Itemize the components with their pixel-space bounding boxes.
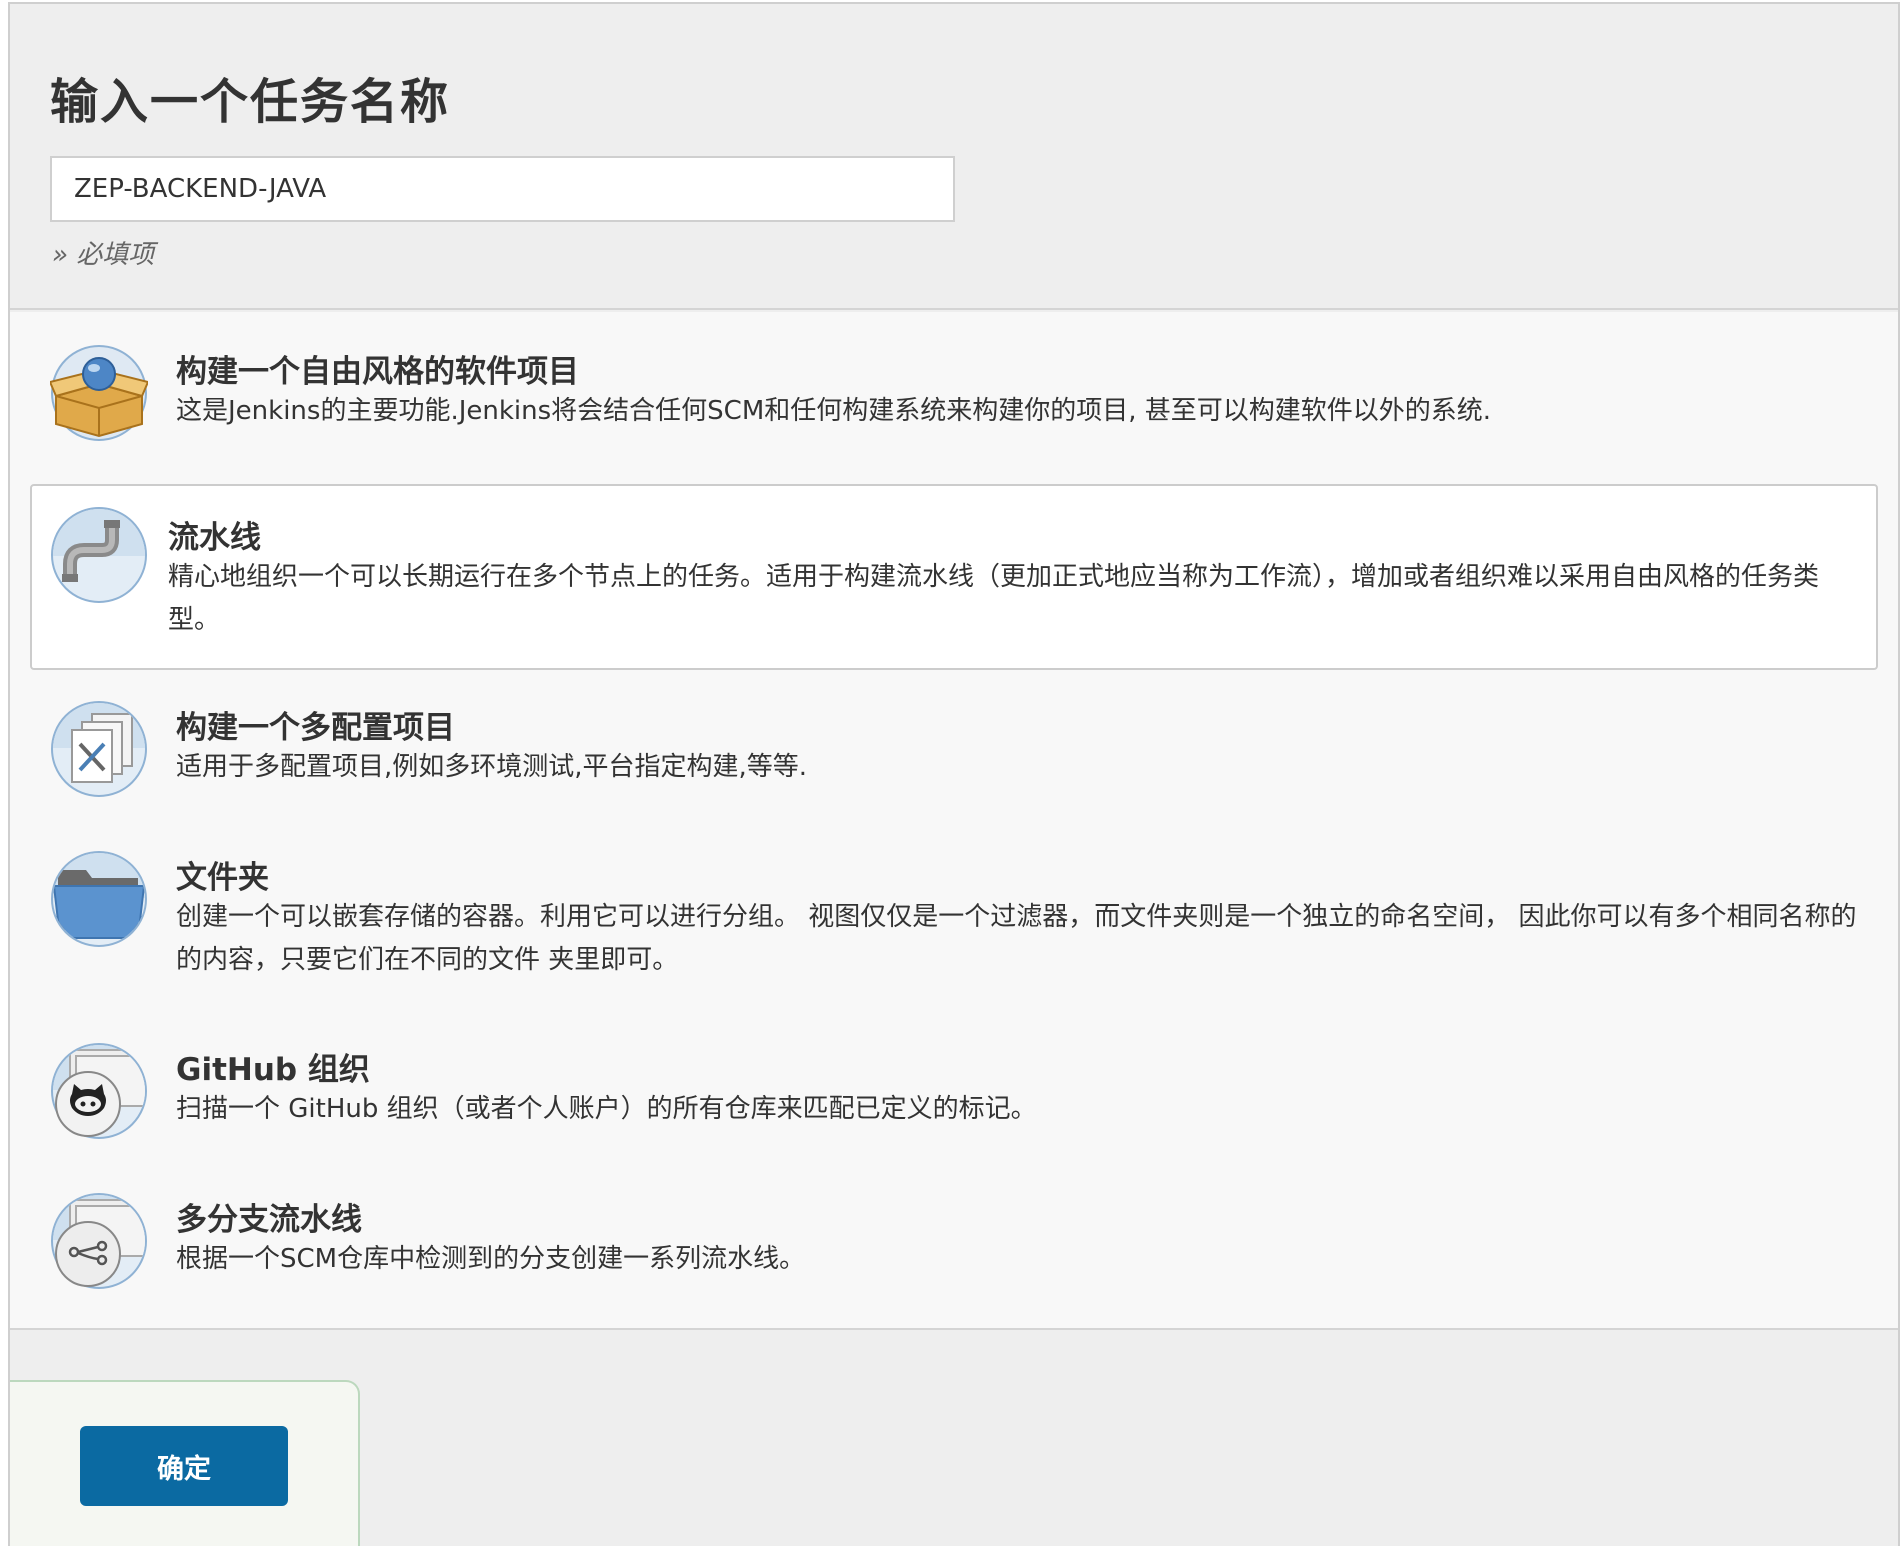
item-type-freestyle[interactable]: 构建一个自由风格的软件项目 这是Jenkins的主要功能.Jenkins将会结合… [30, 334, 1878, 464]
item-name-input[interactable] [50, 156, 955, 222]
item-description: 扫描一个 GitHub 组织（或者个人账户）的所有仓库来匹配已定义的标记。 [176, 1094, 1037, 1124]
item-title: 文件夹 [176, 860, 269, 896]
item-description: 根据一个SCM仓库中检测到的分支创建一系列流水线。 [176, 1244, 806, 1274]
github-organization-icon [50, 1042, 148, 1140]
item-title: 构建一个多配置项目 [176, 710, 455, 746]
item-type-multi-configuration[interactable]: 构建一个多配置项目 适用于多配置项目,例如多环境测试,平台指定构建,等等. [30, 692, 1878, 822]
footer: 确定 [10, 1330, 1898, 1546]
item-type-pipeline[interactable]: 流水线 精心地组织一个可以长期运行在多个节点上的任务。适用于构建流水线（更加正式… [30, 484, 1878, 670]
item-title: GitHub 组织 [176, 1052, 370, 1088]
page-title: 输入一个任务名称 [50, 74, 451, 130]
item-description: 精心地组织一个可以长期运行在多个节点上的任务。适用于构建流水线（更加正式地应当称… [168, 562, 1820, 635]
item-description: 适用于多配置项目,例如多环境测试,平台指定构建,等等. [176, 752, 808, 782]
multi-config-project-icon [50, 700, 148, 798]
item-title: 流水线 [168, 520, 261, 556]
item-title: 构建一个自由风格的软件项目 [176, 354, 579, 390]
item-description: 这是Jenkins的主要功能.Jenkins将会结合任何SCM和任何构建系统来构… [176, 396, 1492, 426]
item-type-list: 构建一个自由风格的软件项目 这是Jenkins的主要功能.Jenkins将会结合… [10, 312, 1898, 1330]
new-item-page: 输入一个任务名称 » 必填项 构建一个自由风格的软件项目 这是Jenkins的主… [8, 2, 1900, 1546]
item-type-multibranch-pipeline[interactable]: 多分支流水线 根据一个SCM仓库中检测到的分支创建一系列流水线。 [30, 1184, 1878, 1314]
ok-button[interactable]: 确定 [80, 1426, 288, 1506]
item-title: 多分支流水线 [176, 1202, 362, 1238]
item-name-section: 输入一个任务名称 » 必填项 [10, 4, 1898, 310]
multibranch-pipeline-icon [50, 1192, 148, 1290]
item-description: 创建一个可以嵌套存储的容器。利用它可以进行分组。 视图仅仅是一个过滤器，而文件夹… [176, 902, 1857, 975]
ok-button-panel: 确定 [10, 1380, 360, 1546]
required-field-note: » 必填项 [52, 240, 155, 270]
item-type-github-organization[interactable]: GitHub 组织 扫描一个 GitHub 组织（或者个人账户）的所有仓库来匹配… [30, 1034, 1878, 1164]
item-type-folder[interactable]: 文件夹 创建一个可以嵌套存储的容器。利用它可以进行分组。 视图仅仅是一个过滤器，… [30, 842, 1878, 1012]
pipeline-icon [50, 506, 148, 604]
freestyle-project-icon [48, 344, 150, 442]
folder-icon [50, 850, 148, 948]
